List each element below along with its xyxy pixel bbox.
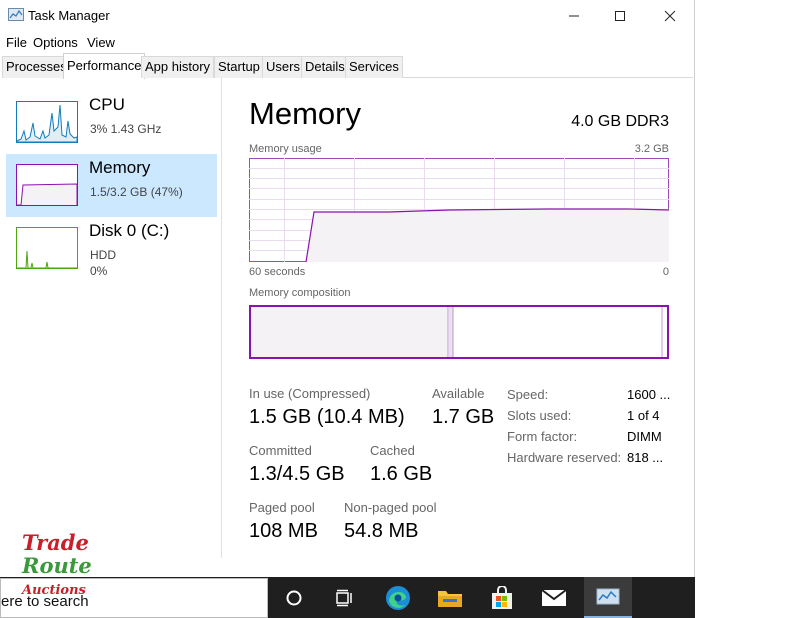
- page-title: Memory: [249, 96, 361, 131]
- memory-composition-bar: [249, 305, 669, 359]
- tab-startup[interactable]: Startup: [214, 56, 264, 78]
- disk-type-text: HDD: [90, 248, 116, 262]
- tab-performance[interactable]: Performance: [63, 53, 146, 79]
- tab-app-history[interactable]: App history: [141, 56, 215, 78]
- tab-services[interactable]: Services: [345, 56, 403, 78]
- in-use-label: In use (Compressed): [249, 386, 371, 401]
- memory-spec: 4.0 GB DDR3: [571, 113, 669, 130]
- tab-strip: Processes Performance App history Startu…: [2, 53, 693, 79]
- paged-pool-value: 108 MB: [249, 520, 318, 542]
- slots-used-value: 1 of 4: [627, 408, 660, 423]
- paged-pool-label: Paged pool: [249, 500, 315, 515]
- task-view-icon: [336, 589, 352, 607]
- non-paged-pool-label: Non-paged pool: [344, 500, 437, 515]
- store-taskbar-button[interactable]: [484, 583, 520, 613]
- file-explorer-taskbar-button[interactable]: [432, 583, 468, 613]
- memory-detail: Memory 4.0 GB DDR3 Memory usage 3.2 GB 6…: [249, 78, 671, 568]
- menu-file[interactable]: File: [6, 35, 27, 50]
- store-bag-icon: [492, 586, 512, 609]
- committed-value: 1.3/4.5 GB: [249, 463, 345, 485]
- title-bar[interactable]: Task Manager: [0, 0, 695, 32]
- form-factor-label: Form factor:: [507, 429, 578, 444]
- taskbar: ere to search: [0, 577, 695, 618]
- speed-value: 1600 ...: [627, 387, 671, 402]
- cpu-mini-graph: [16, 101, 78, 143]
- sidebar-item-label: Disk 0 (C:): [89, 221, 170, 240]
- edge-browser-icon: [386, 586, 410, 610]
- hardware-reserved-value: 818 ...: [627, 450, 664, 465]
- mail-taskbar-button[interactable]: [536, 583, 572, 613]
- trade-route-auctions-logo: Trade Route Auctions: [20, 530, 92, 598]
- cpu-usage-text: 3% 1.43 GHz: [90, 122, 162, 136]
- composition-label: Memory composition: [249, 287, 351, 299]
- slots-used-label: Slots used:: [507, 408, 572, 423]
- maximize-icon: [615, 11, 625, 21]
- graph-time-start: 60 seconds: [249, 266, 306, 278]
- mail-envelope-icon: [541, 589, 567, 606]
- close-icon: [664, 10, 676, 22]
- usage-graph-max: 3.2 GB: [634, 143, 669, 155]
- close-button[interactable]: [647, 0, 693, 32]
- modified-segment: [449, 307, 453, 357]
- non-paged-pool-value: 54.8 MB: [344, 520, 419, 542]
- committed-label: Committed: [249, 443, 312, 458]
- minimize-icon: [569, 15, 579, 17]
- tab-details[interactable]: Details: [301, 56, 349, 78]
- form-factor-value: DIMM: [627, 429, 662, 444]
- graph-time-end: 0: [662, 266, 669, 278]
- tab-processes[interactable]: Processes: [2, 56, 71, 78]
- task-manager-taskbar-button[interactable]: [584, 577, 632, 618]
- sidebar-item-disk[interactable]: Disk 0 (C:) HDD 0%: [6, 217, 217, 280]
- minimize-button[interactable]: [551, 0, 597, 32]
- edge-taskbar-button[interactable]: [380, 583, 416, 613]
- cached-value: 1.6 GB: [370, 463, 433, 485]
- task-manager-icon: [596, 588, 620, 604]
- task-manager-window: Task Manager File Options View Processes…: [0, 0, 695, 578]
- sidebar-item-label: CPU: [89, 95, 125, 114]
- sidebar-item-cpu[interactable]: CPU 3% 1.43 GHz: [6, 91, 217, 154]
- svg-text:Trade: Trade: [22, 530, 89, 555]
- available-value: 1.7 GB: [432, 406, 495, 428]
- memory-mini-graph: [16, 164, 78, 206]
- cortana-button[interactable]: [276, 583, 312, 613]
- in-use-value: 1.5 GB (10.4 MB): [249, 406, 405, 428]
- cached-label: Cached: [370, 443, 415, 458]
- sidebar-item-memory[interactable]: Memory 1.5/3.2 GB (47%): [6, 154, 217, 217]
- usage-graph-label: Memory usage: [249, 143, 322, 155]
- menu-view[interactable]: View: [87, 35, 115, 50]
- memory-usage-graph: [249, 158, 669, 262]
- folder-icon: [438, 591, 462, 607]
- window-title: Task Manager: [28, 8, 110, 23]
- cortana-circle-icon: [286, 590, 302, 606]
- disk-mini-graph: [16, 227, 78, 269]
- tab-users[interactable]: Users: [262, 56, 304, 78]
- resource-list: CPU 3% 1.43 GHz Memory 1.5/3.2 GB (47%) …: [0, 78, 222, 558]
- task-manager-app-icon: [8, 8, 24, 21]
- menu-options[interactable]: Options: [33, 35, 78, 50]
- task-view-button[interactable]: [326, 583, 362, 613]
- in-use-segment: [251, 307, 448, 357]
- speed-label: Speed:: [507, 387, 549, 402]
- svg-text:Auctions: Auctions: [20, 583, 87, 598]
- hardware-reserved-label: Hardware reserved:: [507, 450, 622, 465]
- disk-usage-text: 0%: [90, 264, 108, 278]
- maximize-button[interactable]: [597, 0, 643, 32]
- svg-text:Route: Route: [21, 553, 92, 578]
- memory-usage-text: 1.5/3.2 GB (47%): [90, 185, 183, 199]
- available-label: Available: [432, 386, 485, 401]
- sidebar-item-label: Memory: [89, 158, 151, 177]
- performance-panel: CPU 3% 1.43 GHz Memory 1.5/3.2 GB (47%) …: [0, 78, 694, 578]
